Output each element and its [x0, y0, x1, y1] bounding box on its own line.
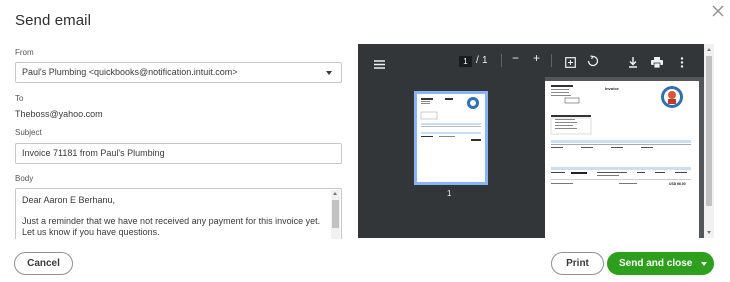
zoom-in-button[interactable]: +: [533, 52, 540, 64]
body-line: Let us know if you have questions.: [22, 227, 160, 237]
send-and-close-label: Send and close: [619, 258, 693, 269]
thumbnail-preview: [420, 97, 481, 141]
cancel-button[interactable]: Cancel: [14, 252, 73, 275]
print-icon[interactable]: [651, 55, 663, 73]
page-separator: /: [476, 55, 479, 66]
scroll-thumb[interactable]: [706, 56, 712, 206]
body-line: Just a reminder that we have not receive…: [22, 216, 321, 226]
subject-label: Subject: [15, 128, 42, 137]
body-textarea[interactable]: Dear Aaron E Berhanu, Just a reminder th…: [15, 188, 342, 239]
chevron-down-icon[interactable]: [701, 262, 707, 266]
body-label: Body: [15, 174, 34, 183]
viewer-scrollbar[interactable]: [704, 44, 714, 238]
print-button[interactable]: Print: [551, 252, 604, 275]
send-email-dialog: Send email From Paul's Plumbing <quickbo…: [0, 0, 730, 282]
scroll-up-icon[interactable]: [333, 192, 337, 195]
invoice-heading: Invoice: [605, 86, 620, 91]
subject-value: Invoice 71181 from Paul's Plumbing: [22, 148, 165, 158]
close-icon[interactable]: [710, 3, 726, 19]
total-pages: 1: [482, 55, 488, 66]
chevron-down-icon: [326, 71, 332, 75]
page-thumbnail[interactable]: [414, 91, 488, 185]
send-and-close-button[interactable]: Send and close: [607, 252, 714, 275]
subject-input[interactable]: Invoice 71181 from Paul's Plumbing: [15, 143, 342, 164]
scroll-up-icon[interactable]: [707, 48, 711, 51]
invoice-page: Invoice USD 66.00: [545, 81, 699, 238]
from-label: From: [15, 48, 34, 57]
zoom-out-button[interactable]: −: [512, 52, 519, 64]
body-scrollbar[interactable]: [331, 190, 340, 239]
dialog-title: Send email: [15, 12, 92, 29]
body-line: Dear Aaron E Berhanu,: [22, 195, 116, 205]
download-icon[interactable]: [628, 55, 638, 73]
thumbnail-sidebar: 1: [358, 77, 545, 238]
menu-icon[interactable]: [374, 56, 385, 74]
scroll-thumb[interactable]: [332, 200, 339, 228]
to-field[interactable]: Theboss@yahoo.com: [15, 109, 103, 119]
rotate-icon[interactable]: [587, 54, 599, 72]
fit-page-icon[interactable]: [565, 55, 576, 73]
from-value: Paul's Plumbing <quickbooks@notification…: [22, 67, 238, 77]
thumbnail-page-number: 1: [447, 189, 452, 198]
invoice-preview: Invoice USD 66.00: [550, 85, 691, 186]
pdf-toolbar: 1 / 1 − +: [358, 44, 704, 77]
from-select[interactable]: Paul's Plumbing <quickbooks@notification…: [15, 62, 342, 83]
page-view: Invoice USD 66.00: [545, 77, 704, 238]
more-vert-icon[interactable]: [680, 55, 684, 73]
toolbar-divider: [551, 54, 552, 67]
scroll-down-icon[interactable]: [707, 231, 711, 234]
to-label: To: [15, 94, 24, 103]
pdf-viewer: 1 / 1 − + 1 Invoice USD 66.00: [358, 44, 714, 238]
invoice-total: USD 66.00: [669, 182, 686, 186]
toolbar-divider: [501, 54, 502, 67]
page-number-input[interactable]: 1: [459, 56, 472, 67]
